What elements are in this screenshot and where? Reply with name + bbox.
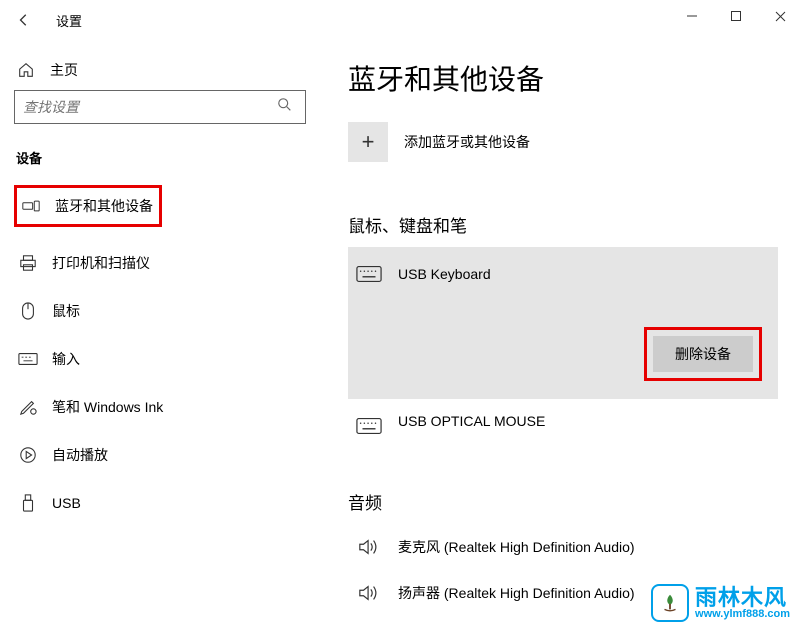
- audio-device-name: 麦克风 (Realtek High Definition Audio): [398, 537, 635, 557]
- section-input-devices: 鼠标、键盘和笔: [348, 212, 778, 237]
- keyboard-icon: [356, 413, 382, 439]
- sidebar-item-printers[interactable]: 打印机和扫描仪: [14, 243, 306, 283]
- mouse-icon: [18, 301, 38, 321]
- add-device-button[interactable]: + 添加蓝牙或其他设备: [348, 122, 778, 162]
- sidebar-item-label: 鼠标: [52, 301, 80, 321]
- keyboard-icon: [356, 261, 382, 287]
- sidebar-item-label: 蓝牙和其他设备: [55, 196, 153, 216]
- home-icon: [16, 60, 36, 80]
- maximize-button[interactable]: [714, 0, 758, 32]
- section-audio: 音频: [348, 489, 778, 514]
- pen-icon: [18, 397, 38, 417]
- sidebar-item-mouse[interactable]: 鼠标: [14, 291, 306, 331]
- sidebar-item-label: 输入: [52, 349, 80, 369]
- home-label: 主页: [50, 60, 78, 80]
- sidebar-item-usb[interactable]: USB: [14, 483, 306, 523]
- audio-device-name: 扬声器 (Realtek High Definition Audio): [398, 583, 635, 603]
- watermark-icon: [651, 584, 689, 622]
- search-box[interactable]: [14, 90, 306, 124]
- sidebar-item-bluetooth[interactable]: 蓝牙和其他设备: [14, 185, 162, 227]
- watermark-url: www.ylmf888.com: [695, 609, 790, 620]
- watermark: 雨林木风 www.ylmf888.com: [651, 584, 790, 622]
- content: 蓝牙和其他设备 + 添加蓝牙或其他设备 鼠标、键盘和笔 USB Keyboard…: [316, 40, 802, 640]
- page-title: 蓝牙和其他设备: [348, 58, 778, 98]
- sidebar-item-typing[interactable]: 输入: [14, 339, 306, 379]
- plus-icon: +: [348, 122, 388, 162]
- titlebar: 设置: [0, 0, 802, 40]
- add-device-label: 添加蓝牙或其他设备: [404, 132, 530, 152]
- sidebar-item-label: 打印机和扫描仪: [52, 253, 150, 273]
- devices-icon: [21, 196, 41, 216]
- sidebar-item-label: 自动播放: [52, 445, 108, 465]
- device-name: USB OPTICAL MOUSE: [398, 413, 545, 429]
- remove-button-highlight: 删除设备: [644, 327, 762, 381]
- search-icon: [277, 97, 297, 118]
- search-input[interactable]: [23, 99, 277, 115]
- close-button[interactable]: [758, 0, 802, 32]
- device-item[interactable]: USB OPTICAL MOUSE: [348, 399, 778, 453]
- audio-device-item[interactable]: 麦克风 (Realtek High Definition Audio): [348, 524, 778, 570]
- window-title: 设置: [56, 11, 82, 30]
- usb-icon: [18, 493, 38, 513]
- sidebar-item-pen[interactable]: 笔和 Windows Ink: [14, 387, 306, 427]
- minimize-button[interactable]: [670, 0, 714, 32]
- device-item-selected[interactable]: USB Keyboard 删除设备: [348, 247, 778, 399]
- printer-icon: [18, 253, 38, 273]
- keyboard-icon: [18, 349, 38, 369]
- speaker-icon: [356, 534, 382, 560]
- watermark-text: 雨林木风: [695, 587, 790, 609]
- home-link[interactable]: 主页: [14, 52, 306, 90]
- sidebar-item-label: 笔和 Windows Ink: [52, 397, 163, 417]
- autoplay-icon: [18, 445, 38, 465]
- speaker-icon: [356, 580, 382, 606]
- remove-device-button[interactable]: 删除设备: [653, 336, 753, 372]
- back-button[interactable]: [8, 4, 40, 36]
- window-controls: [670, 0, 802, 32]
- sidebar: 主页 设备 蓝牙和其他设备 打印机和扫描仪 鼠标: [0, 40, 316, 640]
- sidebar-item-autoplay[interactable]: 自动播放: [14, 435, 306, 475]
- sidebar-item-label: USB: [52, 495, 81, 511]
- category-label: 设备: [14, 148, 306, 167]
- device-name: USB Keyboard: [398, 266, 491, 282]
